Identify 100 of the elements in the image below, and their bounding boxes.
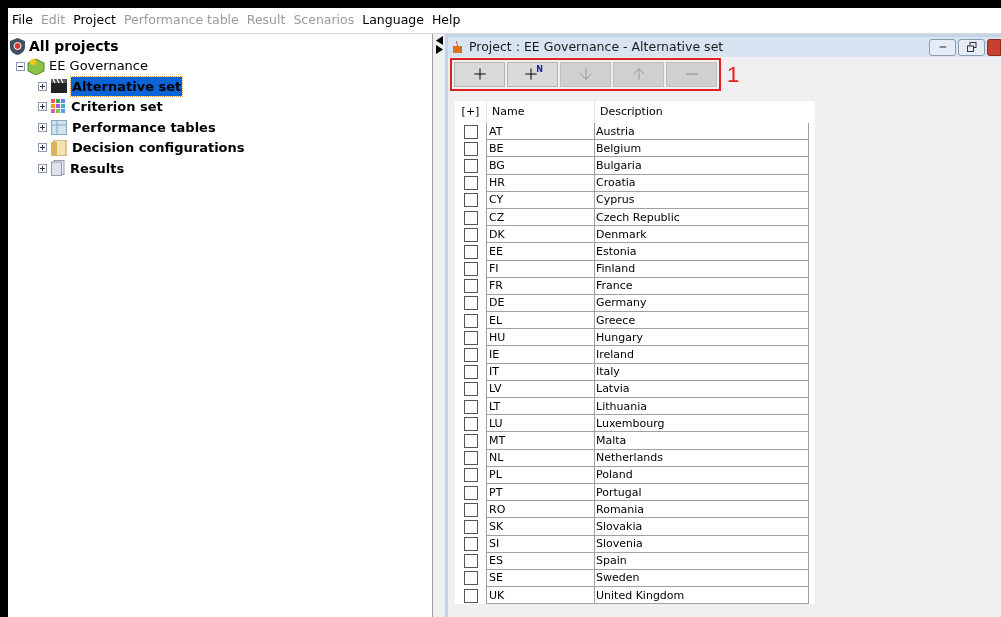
row-checkbox[interactable]	[463, 382, 478, 397]
table-cell: Ireland	[594, 346, 809, 364]
expand-icon[interactable]	[38, 122, 47, 132]
collapse-left-icon[interactable]	[435, 36, 443, 45]
table-cell: EL	[486, 312, 594, 330]
table-cell: LV	[486, 380, 594, 398]
column-header[interactable]: [+]	[455, 101, 486, 123]
menu-item[interactable]: Help	[431, 11, 461, 30]
expand-icon[interactable]	[38, 163, 47, 173]
table-cell: LT	[486, 398, 594, 416]
row-checkbox[interactable]	[463, 433, 478, 448]
tree-node[interactable]: EE Governance	[49, 56, 148, 76]
table-cell: SK	[486, 518, 594, 536]
expand-icon[interactable]	[38, 102, 47, 112]
row-checkbox[interactable]	[463, 158, 478, 173]
row-checkbox[interactable]	[463, 193, 478, 208]
table-cell: Estonia	[594, 243, 809, 261]
toolbar-button[interactable]: N	[507, 61, 558, 87]
row-checkbox[interactable]	[463, 537, 478, 552]
tree-node[interactable]: Results	[69, 158, 126, 178]
window-title: Project : EE Governance - Alternative set	[469, 37, 725, 56]
row-checkbox[interactable]	[463, 330, 478, 345]
table-cell: Lithuania	[594, 398, 809, 416]
row-checkbox[interactable]	[463, 348, 478, 363]
restore-icon	[966, 42, 977, 52]
table-cell: Romania	[594, 501, 809, 519]
table-cell: DK	[486, 226, 594, 244]
menu-item[interactable]: File	[12, 11, 33, 30]
row-checkbox[interactable]	[463, 244, 478, 259]
row-checkbox[interactable]	[463, 210, 478, 225]
annotation-label: 1	[727, 60, 740, 89]
minus-icon	[685, 73, 698, 75]
table-cell: HR	[486, 174, 594, 192]
table-cell: Malta	[594, 432, 809, 450]
table-cell: Portugal	[594, 483, 809, 502]
menu-item[interactable]: Project	[73, 11, 116, 30]
row-checkbox[interactable]	[463, 313, 478, 328]
table-cell: United Kingdom	[594, 587, 809, 605]
row-checkbox[interactable]	[463, 588, 478, 603]
row-checkbox[interactable]	[463, 468, 478, 483]
row-checkbox[interactable]	[463, 279, 478, 294]
expand-right-icon[interactable]	[435, 45, 443, 54]
row-checkbox[interactable]	[463, 485, 478, 500]
row-checkbox[interactable]	[463, 519, 478, 534]
row-checkbox[interactable]	[463, 262, 478, 277]
row-checkbox[interactable]	[463, 554, 478, 569]
row-checkbox[interactable]	[463, 571, 478, 586]
column-header[interactable]: Name	[486, 101, 594, 123]
table-cell: Italy	[594, 363, 809, 381]
table-cell: Czech Republic	[594, 208, 809, 227]
column-header[interactable]: Description	[594, 101, 809, 123]
close-button[interactable]	[987, 38, 1001, 56]
row-checkbox[interactable]	[463, 176, 478, 191]
tree-node[interactable]: All projects	[29, 35, 119, 57]
row-checkbox[interactable]	[463, 451, 478, 466]
tree-node[interactable]: Decision configurations	[71, 138, 246, 158]
table-cell: FI	[486, 260, 594, 278]
clapperboard-icon	[51, 79, 67, 94]
toolbar-button[interactable]	[454, 61, 505, 87]
table-cell: Poland	[594, 466, 809, 484]
table-cell: IE	[486, 346, 594, 364]
table-cell: CY	[486, 191, 594, 209]
table-cell: Finland	[594, 260, 809, 278]
table-cell: Cyprus	[594, 191, 809, 209]
expand-icon[interactable]	[38, 81, 47, 91]
tree-node[interactable]: Performance tables	[71, 117, 217, 137]
table-icon	[51, 119, 67, 135]
document-icon	[51, 139, 67, 156]
row-checkbox[interactable]	[463, 124, 478, 139]
pages-icon	[51, 160, 65, 177]
table-cell: Latvia	[594, 380, 809, 398]
menu-item[interactable]: Language	[362, 11, 424, 30]
table-cell: IT	[486, 363, 594, 381]
table-cell: France	[594, 277, 809, 295]
tree-node[interactable]: Criterion set	[70, 97, 164, 117]
table-cell: Spain	[594, 552, 809, 570]
collapse-icon[interactable]	[16, 61, 25, 71]
row-checkbox[interactable]	[463, 399, 478, 414]
tree-node[interactable]: Alternative set	[71, 76, 183, 96]
table-cell: Hungary	[594, 329, 809, 347]
table-cell: BG	[486, 157, 594, 175]
table-cell: BE	[486, 140, 594, 158]
row-checkbox[interactable]	[463, 365, 478, 380]
table-cell: Slovakia	[594, 518, 809, 536]
table-cell: SE	[486, 569, 594, 588]
row-checkbox[interactable]	[463, 502, 478, 517]
table-cell: Slovenia	[594, 535, 809, 553]
table-cell: Belgium	[594, 140, 809, 158]
table-cell: PT	[486, 483, 594, 502]
row-checkbox[interactable]	[463, 416, 478, 431]
table-cell: CZ	[486, 208, 594, 227]
table-cell: ES	[486, 552, 594, 570]
table-cell: AT	[486, 123, 594, 141]
row-checkbox[interactable]	[463, 141, 478, 156]
expand-icon[interactable]	[38, 143, 47, 153]
table-cell: UK	[486, 587, 594, 605]
row-checkbox[interactable]	[463, 227, 478, 242]
table-cell: HU	[486, 329, 594, 347]
row-checkbox[interactable]	[463, 296, 478, 311]
restore-button[interactable]	[958, 38, 985, 56]
